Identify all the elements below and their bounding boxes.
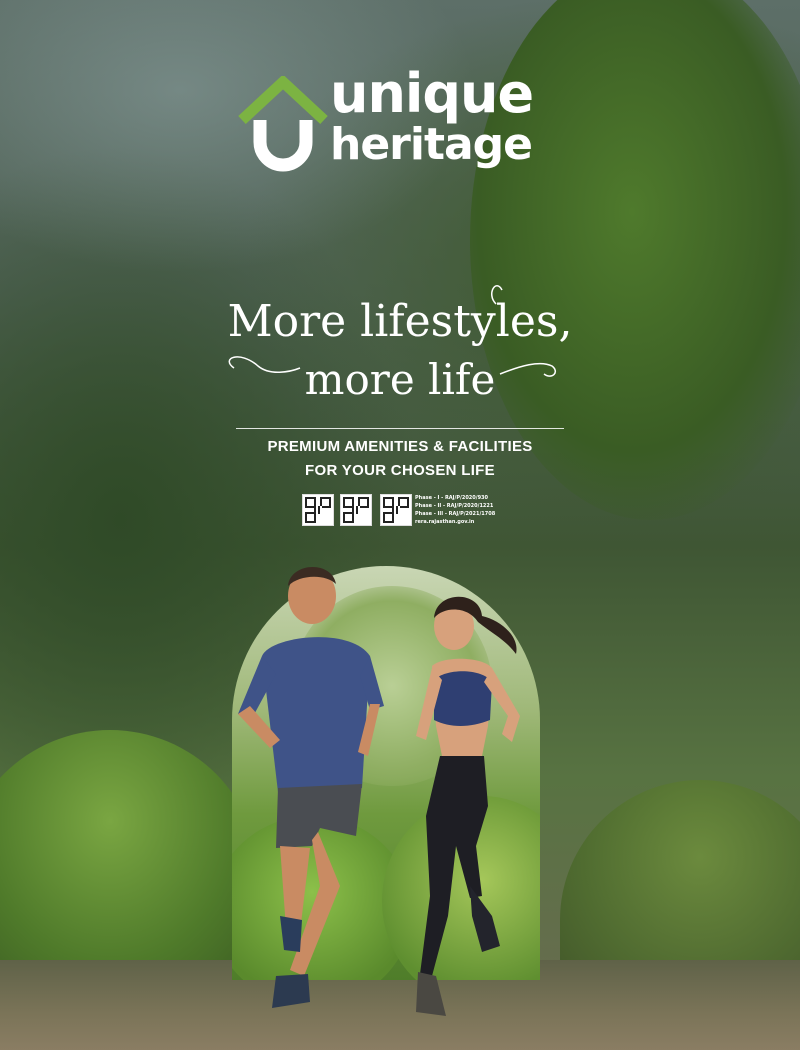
qr-code-icon[interactable] xyxy=(340,494,372,526)
headline-line2: more life xyxy=(304,355,496,404)
brand-name-line1: unique xyxy=(330,62,534,125)
rera-line2: Phase - II - RAJ/P/2020/1221 xyxy=(415,503,494,509)
tagline-line2: FOR YOUR CHOSEN LIFE xyxy=(305,462,495,479)
headline: More lifestyles, more life xyxy=(200,280,600,420)
qr-code-icon[interactable] xyxy=(302,494,334,526)
ad-poster: unique heritage More lifestyles, more li… xyxy=(0,0,800,1050)
divider xyxy=(236,428,564,429)
tagline-line1: PREMIUM AMENITIES & FACILITIES xyxy=(267,438,533,455)
rera-registration: Phase - I - RAJ/P/2020/930 Phase - II - … xyxy=(415,494,525,526)
woman-runner xyxy=(416,596,520,1016)
brand-logo: unique heritage xyxy=(238,64,568,182)
rera-line1: Phase - I - RAJ/P/2020/930 xyxy=(415,495,489,501)
man-runner xyxy=(238,566,384,1008)
rera-line3: Phase - III - RAJ/P/2021/1708 xyxy=(415,511,496,517)
rera-website: rera.rajasthan.gov.in xyxy=(415,519,475,525)
qr-code-icon[interactable] xyxy=(380,494,412,526)
brand-name-line2: heritage xyxy=(330,119,533,170)
house-logo-icon xyxy=(238,76,328,172)
headline-line1: More lifestyles, xyxy=(227,296,573,347)
joggers-illustration xyxy=(238,566,520,1016)
